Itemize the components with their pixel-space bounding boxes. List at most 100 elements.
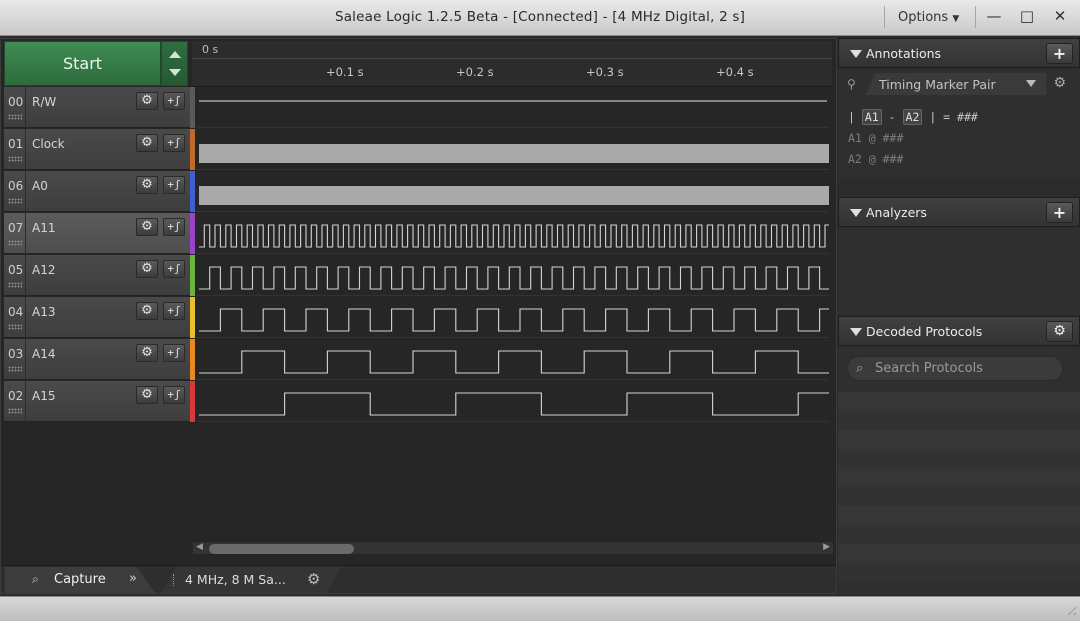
gear-icon[interactable]: ⚙ bbox=[136, 302, 158, 320]
analyzers-header[interactable]: Analyzers + bbox=[838, 197, 1080, 227]
channel-number: 07 bbox=[8, 221, 24, 235]
add-analyzer-button[interactable]: + bbox=[1046, 202, 1073, 223]
search-protocols-input[interactable]: ⌕ Search Protocols bbox=[847, 356, 1063, 381]
channel-name[interactable]: A11 bbox=[32, 221, 55, 235]
gear-icon[interactable]: ⚙ bbox=[136, 260, 158, 278]
collapse-icon[interactable] bbox=[850, 328, 862, 336]
channel-name[interactable]: A13 bbox=[32, 305, 55, 319]
drag-handle-icon[interactable] bbox=[8, 324, 22, 330]
device-settings-tab[interactable]: 4 MHz, 8 M Sa... ⚙ bbox=[161, 567, 341, 593]
trigger-icon[interactable]: +ʃ bbox=[163, 344, 185, 362]
channel-row[interactable]: 05 A12 ⚙ +ʃ bbox=[4, 255, 190, 296]
close-button[interactable]: ✕ bbox=[1046, 3, 1074, 29]
drag-handle-icon[interactable] bbox=[8, 282, 22, 288]
channel-color-bar bbox=[190, 171, 195, 212]
gear-icon[interactable]: ⚙ bbox=[1046, 321, 1073, 342]
channel-name[interactable]: A15 bbox=[32, 389, 55, 403]
gear-icon[interactable]: ⚙ bbox=[136, 92, 158, 110]
decoded-protocols-title: Decoded Protocols bbox=[866, 324, 983, 339]
channel-waveform[interactable] bbox=[197, 381, 829, 422]
grip-icon bbox=[173, 574, 174, 586]
channel-waveform[interactable] bbox=[197, 129, 829, 170]
waveform-svg bbox=[199, 350, 829, 374]
drag-handle-icon[interactable] bbox=[8, 114, 22, 120]
scroll-thumb[interactable] bbox=[209, 544, 354, 554]
channel-row[interactable]: 02 A15 ⚙ +ʃ bbox=[4, 381, 190, 422]
channel-name[interactable]: A14 bbox=[32, 347, 55, 361]
channel-row[interactable]: 04 A13 ⚙ +ʃ bbox=[4, 297, 190, 338]
timing-marker-dropdown[interactable]: Timing Marker Pair bbox=[866, 73, 1046, 95]
difference-value: | = ### bbox=[929, 110, 978, 124]
list-stripe bbox=[838, 506, 1080, 525]
gear-icon[interactable]: ⚙ bbox=[307, 570, 320, 588]
collapse-icon[interactable] bbox=[850, 50, 862, 58]
channel-name[interactable]: A12 bbox=[32, 263, 55, 277]
channel-waveform[interactable] bbox=[197, 171, 829, 212]
channel-row[interactable]: 01 Clock ⚙ +ʃ bbox=[4, 129, 190, 170]
options-menu[interactable]: Options ▼ bbox=[890, 8, 970, 28]
scroll-left-icon[interactable]: ◀ bbox=[196, 542, 203, 552]
timeline-ruler[interactable]: 0 s +0.1 s +0.2 s +0.3 s +0.4 s bbox=[192, 41, 832, 87]
channel-row[interactable]: 00 R/W ⚙ +ʃ bbox=[4, 87, 190, 128]
trigger-icon[interactable]: +ʃ bbox=[163, 134, 185, 152]
channel-name[interactable]: A0 bbox=[32, 179, 48, 193]
channel-number: 00 bbox=[8, 95, 24, 109]
gear-icon[interactable]: ⚙ bbox=[136, 134, 158, 152]
more-tabs-icon[interactable]: » bbox=[129, 571, 137, 586]
waveform-svg bbox=[199, 266, 829, 290]
decoded-protocols-header[interactable]: Decoded Protocols ⚙ bbox=[838, 316, 1080, 346]
list-stripe bbox=[838, 449, 1080, 468]
channel-number: 05 bbox=[8, 263, 24, 277]
channel-waveform[interactable] bbox=[197, 339, 829, 380]
gear-icon[interactable]: ⚙ bbox=[1053, 75, 1066, 91]
list-stripe bbox=[838, 487, 1080, 506]
horizontal-scrollbar[interactable]: ◀ ▶ bbox=[193, 541, 833, 554]
trigger-icon[interactable]: +ʃ bbox=[163, 176, 185, 194]
trigger-icon[interactable]: +ʃ bbox=[163, 260, 185, 278]
channel-row[interactable]: 03 A14 ⚙ +ʃ bbox=[4, 339, 190, 380]
drag-handle-icon[interactable] bbox=[8, 408, 22, 414]
channel-waveform[interactable] bbox=[197, 255, 829, 296]
channel-name[interactable]: R/W bbox=[32, 95, 56, 109]
trigger-icon[interactable]: +ʃ bbox=[163, 302, 185, 320]
start-options-button[interactable] bbox=[161, 41, 188, 86]
channel-waveform[interactable] bbox=[197, 213, 829, 254]
gear-icon[interactable]: ⚙ bbox=[136, 176, 158, 194]
annotations-header[interactable]: Annotations + bbox=[838, 38, 1080, 68]
drag-handle-icon[interactable] bbox=[8, 366, 22, 372]
minimize-button[interactable]: — bbox=[980, 3, 1008, 29]
annotations-body: ⚲ Timing Marker Pair ⚙ | A1 - A2 | = ###… bbox=[838, 69, 1080, 179]
marker-a2[interactable]: A2 bbox=[902, 109, 923, 125]
channel-name[interactable]: Clock bbox=[32, 137, 65, 151]
divider bbox=[25, 339, 26, 380]
side-panel: Annotations + ⚲ Timing Marker Pair ⚙ | A… bbox=[838, 38, 1080, 594]
scroll-right-icon[interactable]: ▶ bbox=[823, 542, 830, 552]
list-stripe bbox=[838, 411, 1080, 430]
channel-waveform[interactable] bbox=[197, 87, 829, 128]
search-icon: ⌕ bbox=[856, 361, 864, 376]
channel-waveform[interactable] bbox=[197, 297, 829, 338]
drag-handle-icon[interactable] bbox=[8, 198, 22, 204]
dash: - bbox=[888, 110, 896, 124]
device-settings-label: 4 MHz, 8 M Sa... bbox=[185, 572, 286, 587]
divider bbox=[25, 297, 26, 338]
trigger-icon[interactable]: +ʃ bbox=[163, 386, 185, 404]
channel-number: 04 bbox=[8, 305, 24, 319]
gear-icon[interactable]: ⚙ bbox=[136, 344, 158, 362]
gear-icon[interactable]: ⚙ bbox=[136, 386, 158, 404]
trigger-icon[interactable]: +ʃ bbox=[163, 218, 185, 236]
channel-row[interactable]: 06 A0 ⚙ +ʃ bbox=[4, 171, 190, 212]
resize-grip-icon[interactable] bbox=[1064, 603, 1076, 615]
collapse-icon[interactable] bbox=[850, 209, 862, 217]
channel-row[interactable]: 07 A11 ⚙ +ʃ bbox=[4, 213, 190, 254]
add-annotation-button[interactable]: + bbox=[1046, 43, 1073, 64]
start-button[interactable]: Start bbox=[4, 41, 161, 86]
gear-icon[interactable]: ⚙ bbox=[136, 218, 158, 236]
maximize-button[interactable]: □ bbox=[1013, 3, 1041, 29]
drag-handle-icon[interactable] bbox=[8, 156, 22, 162]
trigger-icon[interactable]: +ʃ bbox=[163, 92, 185, 110]
marker-a1[interactable]: A1 bbox=[861, 109, 882, 125]
divider bbox=[25, 255, 26, 296]
time-tick: +0.4 s bbox=[716, 65, 754, 79]
drag-handle-icon[interactable] bbox=[8, 240, 22, 246]
